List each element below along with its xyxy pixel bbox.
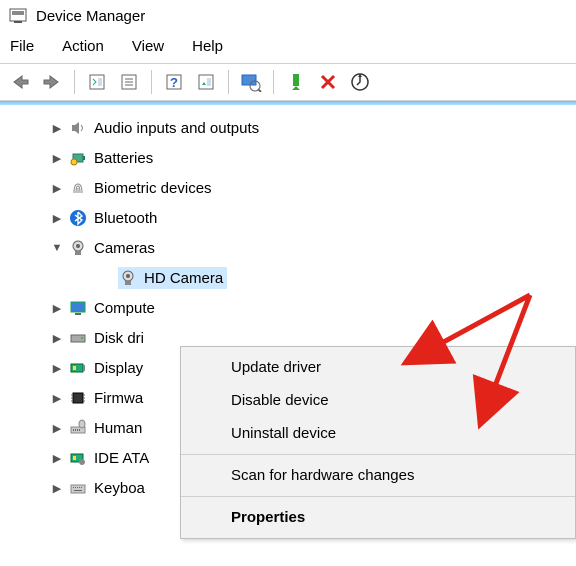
chevron-right-icon[interactable]: ▶ — [50, 121, 64, 135]
window-title: Device Manager — [36, 8, 145, 25]
menu-file[interactable]: File — [10, 38, 34, 55]
ctx-scan-hardware[interactable]: Scan for hardware changes — [181, 459, 575, 492]
separator-icon — [228, 70, 229, 94]
ctx-disable-device[interactable]: Disable device — [181, 384, 575, 417]
chevron-right-icon[interactable]: ▶ — [50, 421, 64, 435]
ctx-properties[interactable]: Properties — [181, 501, 575, 534]
forward-button[interactable] — [38, 68, 66, 96]
tree-item-label: Keyboa — [94, 480, 145, 497]
menu-help[interactable]: Help — [192, 38, 223, 55]
chevron-right-icon[interactable]: ▶ — [50, 151, 64, 165]
separator-icon — [151, 70, 152, 94]
tree-item-audio[interactable]: ▶ Audio inputs and outputs — [0, 113, 576, 143]
separator-icon — [181, 496, 575, 497]
chevron-right-icon[interactable]: ▶ — [50, 331, 64, 345]
disk-icon — [68, 328, 88, 348]
display-adapter-icon — [68, 358, 88, 378]
tree-item-cameras[interactable]: ▼ Cameras — [0, 233, 576, 263]
fingerprint-icon — [68, 178, 88, 198]
tree-item-biometric[interactable]: ▶ Biometric devices — [0, 173, 576, 203]
tree-item-label: Bluetooth — [94, 210, 157, 227]
tree-item-label: Firmwa — [94, 390, 143, 407]
menu-bar: File Action View Help — [0, 32, 576, 63]
bluetooth-icon — [68, 208, 88, 228]
ide-icon — [68, 448, 88, 468]
tree-item-label: Human — [94, 420, 142, 437]
ctx-update-driver[interactable]: Update driver — [181, 351, 575, 384]
svg-text:?: ? — [170, 75, 178, 90]
chevron-right-icon[interactable]: ▶ — [50, 211, 64, 225]
tree-item-label: Compute — [94, 300, 155, 317]
title-bar: Device Manager — [0, 0, 576, 32]
tree-item-label: Display — [94, 360, 143, 377]
chevron-down-icon[interactable]: ▼ — [50, 241, 64, 255]
tree-item-label: Disk dri — [94, 330, 144, 347]
uninstall-device-button[interactable] — [314, 68, 342, 96]
tree-item-label: Audio inputs and outputs — [94, 120, 259, 137]
enable-device-button[interactable] — [282, 68, 310, 96]
chevron-spacer: ▶ — [100, 271, 114, 285]
context-menu: Update driver Disable device Uninstall d… — [180, 346, 576, 539]
scan-button[interactable] — [192, 68, 220, 96]
hid-icon — [68, 418, 88, 438]
chevron-right-icon[interactable]: ▶ — [50, 361, 64, 375]
chevron-right-icon[interactable]: ▶ — [50, 481, 64, 495]
battery-icon — [68, 148, 88, 168]
tree-item-label: Cameras — [94, 240, 155, 257]
chevron-right-icon[interactable]: ▶ — [50, 181, 64, 195]
chevron-right-icon[interactable]: ▶ — [50, 451, 64, 465]
tree-item-label: Biometric devices — [94, 180, 212, 197]
tree-item-label: HD Camera — [144, 270, 223, 287]
separator-icon — [273, 70, 274, 94]
chip-icon — [68, 388, 88, 408]
toolbar: ? — [0, 63, 576, 101]
keyboard-icon — [68, 478, 88, 498]
menu-action[interactable]: Action — [62, 38, 104, 55]
camera-icon — [68, 238, 88, 258]
tree-item-label: Batteries — [94, 150, 153, 167]
show-hidden-devices-button[interactable] — [83, 68, 111, 96]
separator-icon — [74, 70, 75, 94]
chevron-right-icon[interactable]: ▶ — [50, 391, 64, 405]
tree-item-label: IDE ATA — [94, 450, 149, 467]
properties-button[interactable] — [115, 68, 143, 96]
back-button[interactable] — [6, 68, 34, 96]
separator-icon — [181, 454, 575, 455]
menu-view[interactable]: View — [132, 38, 164, 55]
ctx-uninstall-device[interactable]: Uninstall device — [181, 417, 575, 450]
update-driver-button[interactable] — [237, 68, 265, 96]
tree-item-bluetooth[interactable]: ▶ Bluetooth — [0, 203, 576, 233]
speaker-icon — [68, 118, 88, 138]
chevron-right-icon[interactable]: ▶ — [50, 301, 64, 315]
camera-icon — [118, 268, 138, 288]
help-button[interactable]: ? — [160, 68, 188, 96]
scan-hardware-button[interactable] — [346, 68, 374, 96]
monitor-icon — [68, 298, 88, 318]
tree-item-computer[interactable]: ▶ Compute — [0, 293, 576, 323]
app-icon — [8, 6, 28, 26]
tree-item-hd-camera[interactable]: ▶ HD Camera — [0, 263, 576, 293]
tree-item-batteries[interactable]: ▶ Batteries — [0, 143, 576, 173]
